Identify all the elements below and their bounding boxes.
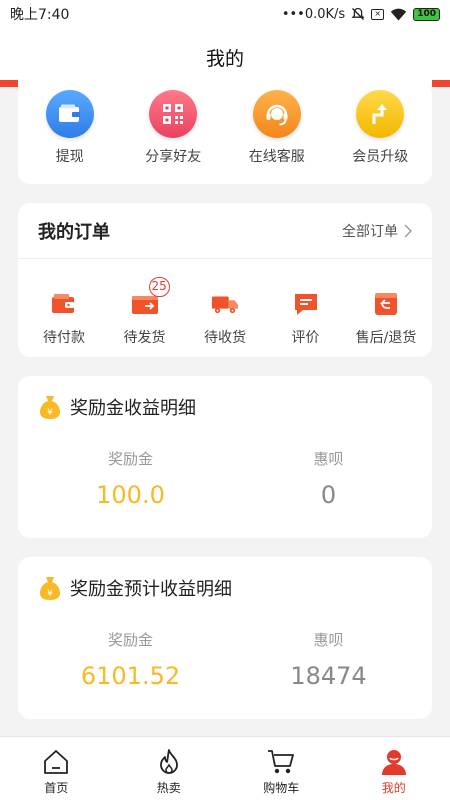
huibei-label: 惠呗 (313, 450, 344, 468)
money-bag-icon: ¥ (40, 577, 60, 600)
online-service-button[interactable]: 在线客服 (227, 90, 327, 166)
order-label: 待发货 (123, 330, 166, 346)
svg-text:¥: ¥ (47, 408, 53, 418)
package-icon (131, 296, 158, 314)
return-icon (375, 293, 397, 315)
upgrade-arrow-icon (372, 104, 388, 124)
reward-bonus-value: 100.0 (96, 481, 165, 509)
reward-forecast-header: ¥ 奖励金预计收益明细 (38, 575, 232, 601)
quick-icon-circle (149, 90, 198, 138)
all-orders-label: 全部订单 (342, 223, 398, 240)
tab-icon-box (41, 747, 71, 777)
svg-text:¥: ¥ (47, 589, 53, 599)
network-speed: •••0.0K/s (281, 6, 346, 22)
forecast-bonus-label: 奖励金 (107, 631, 153, 649)
order-label: 待付款 (43, 330, 85, 346)
order-icon-box (50, 291, 78, 317)
share-friends-button[interactable]: 分享好友 (123, 90, 223, 166)
qr-code-icon (163, 104, 184, 124)
wallet-icon (52, 294, 74, 313)
page-title: 我的 (205, 47, 244, 70)
order-pending-payment[interactable]: 待付款 (24, 291, 104, 347)
forecast-huibei-column: 惠呗 18474 (225, 629, 432, 690)
home-icon (44, 750, 69, 774)
order-icon-box (211, 291, 239, 317)
quick-actions-card: 提现 分享好友 在线客服 会员升级 (18, 82, 432, 184)
quick-icon-circle (252, 90, 301, 138)
tab-label: 热卖 (156, 781, 181, 795)
comment-icon (294, 294, 317, 315)
status-bar: 晚上7:40 •••0.0K/s × 100 (0, 0, 450, 28)
page-header: 我的 (0, 28, 450, 86)
reward-forecast-title: 奖励金预计收益明细 (70, 579, 232, 600)
mute-bell-icon (351, 7, 365, 20)
order-pending-receipt[interactable]: 待收货 (185, 291, 265, 347)
orders-title: 我的订单 (38, 221, 110, 243)
order-label: 待收货 (204, 330, 246, 346)
truck-icon (211, 296, 239, 314)
orders-header: 我的订单 全部订单 (18, 203, 432, 259)
order-status-row: 待付款 25 待发货 待收货 评价 售后/退货 (18, 259, 432, 347)
tab-label: 购物车 (263, 781, 300, 795)
tab-icon-box (266, 747, 296, 777)
money-bag-icon: ¥ (40, 396, 60, 419)
quick-icon-circle (356, 90, 405, 138)
tab-icon-box (379, 747, 409, 777)
forecast-bonus-value: 6101.52 (80, 662, 181, 690)
huibei-column: 惠呗 0 (225, 448, 432, 509)
wallet-icon (58, 104, 80, 122)
all-orders-link[interactable]: 全部订单 (342, 221, 412, 241)
quick-icon-circle (45, 90, 94, 138)
cart-icon (268, 750, 295, 774)
forecast-bonus-column: 奖励金 6101.52 (18, 629, 225, 690)
order-icon-box (372, 291, 400, 317)
order-after-sales[interactable]: 售后/退货 (346, 291, 426, 347)
reward-forecast-values: 奖励金 6101.52 惠呗 18474 (18, 629, 432, 690)
reward-income-title: 奖励金收益明细 (70, 398, 196, 419)
flame-icon (159, 749, 178, 774)
forecast-huibei-label: 惠呗 (313, 631, 344, 649)
reward-bonus-column: 奖励金 100.0 (18, 448, 225, 509)
reward-bonus-label: 奖励金 (107, 450, 153, 468)
quick-action-label: 会员升级 (352, 149, 409, 165)
reward-income-values: 奖励金 100.0 惠呗 0 (18, 448, 432, 509)
tab-cart[interactable]: 购物车 (225, 737, 338, 800)
headset-icon (266, 104, 288, 126)
member-upgrade-button[interactable]: 会员升级 (330, 90, 430, 166)
wifi-icon (391, 8, 407, 20)
user-icon (381, 750, 406, 775)
tab-label: 首页 (44, 781, 69, 795)
header-accent-left (0, 80, 18, 87)
tab-icon-box (154, 747, 184, 777)
tab-home[interactable]: 首页 (0, 737, 113, 800)
status-time: 晚上7:40 (10, 7, 70, 23)
order-icon-box (292, 291, 320, 317)
quick-action-label: 分享好友 (145, 149, 202, 165)
order-label: 售后/退货 (355, 330, 417, 346)
tab-mine[interactable]: 我的 (338, 737, 450, 800)
pending-shipment-badge: 25 (148, 277, 170, 297)
quick-action-label: 在线客服 (248, 149, 305, 165)
withdraw-button[interactable]: 提现 (20, 90, 120, 166)
huibei-value: 0 (320, 481, 337, 509)
status-indicators: •••0.0K/s × 100 (282, 7, 440, 22)
forecast-huibei-value: 18474 (290, 662, 367, 690)
bottom-tab-bar: 首页 热卖 购物车 我的 (0, 736, 450, 800)
tab-hot-sale[interactable]: 热卖 (113, 737, 226, 800)
order-pending-shipment[interactable]: 25 待发货 (105, 277, 185, 347)
sim-card-icon: × (371, 8, 385, 20)
tab-label: 我的 (381, 781, 406, 795)
reward-income-card[interactable]: ¥ 奖励金收益明细 奖励金 100.0 惠呗 0 (18, 376, 432, 538)
my-orders-card: 我的订单 全部订单 待付款 25 待发货 待收货 评价 售后/退货 (18, 203, 432, 357)
order-review[interactable]: 评价 (266, 291, 346, 347)
quick-action-label: 提现 (55, 149, 84, 165)
header-accent-right (432, 80, 450, 87)
battery-icon: 100 (413, 7, 440, 21)
chevron-right-icon (404, 224, 412, 237)
order-label: 评价 (291, 330, 320, 346)
reward-income-header: ¥ 奖励金收益明细 (38, 394, 196, 420)
reward-forecast-card[interactable]: ¥ 奖励金预计收益明细 奖励金 6101.52 惠呗 18474 (18, 557, 432, 719)
